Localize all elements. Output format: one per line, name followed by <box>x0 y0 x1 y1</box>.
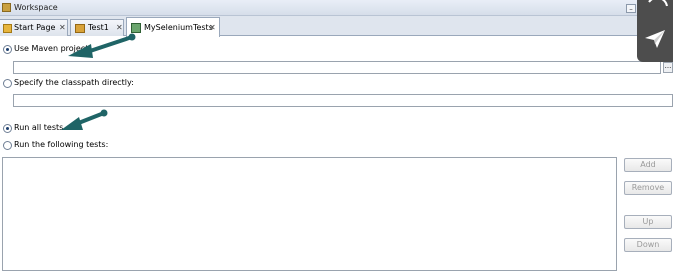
run-all-arrow-icon <box>61 109 108 130</box>
send-icon <box>645 0 668 48</box>
annotation-arrows <box>61 33 136 130</box>
maven-arrow-icon <box>68 33 136 58</box>
floating-share-widget[interactable] <box>637 0 673 62</box>
